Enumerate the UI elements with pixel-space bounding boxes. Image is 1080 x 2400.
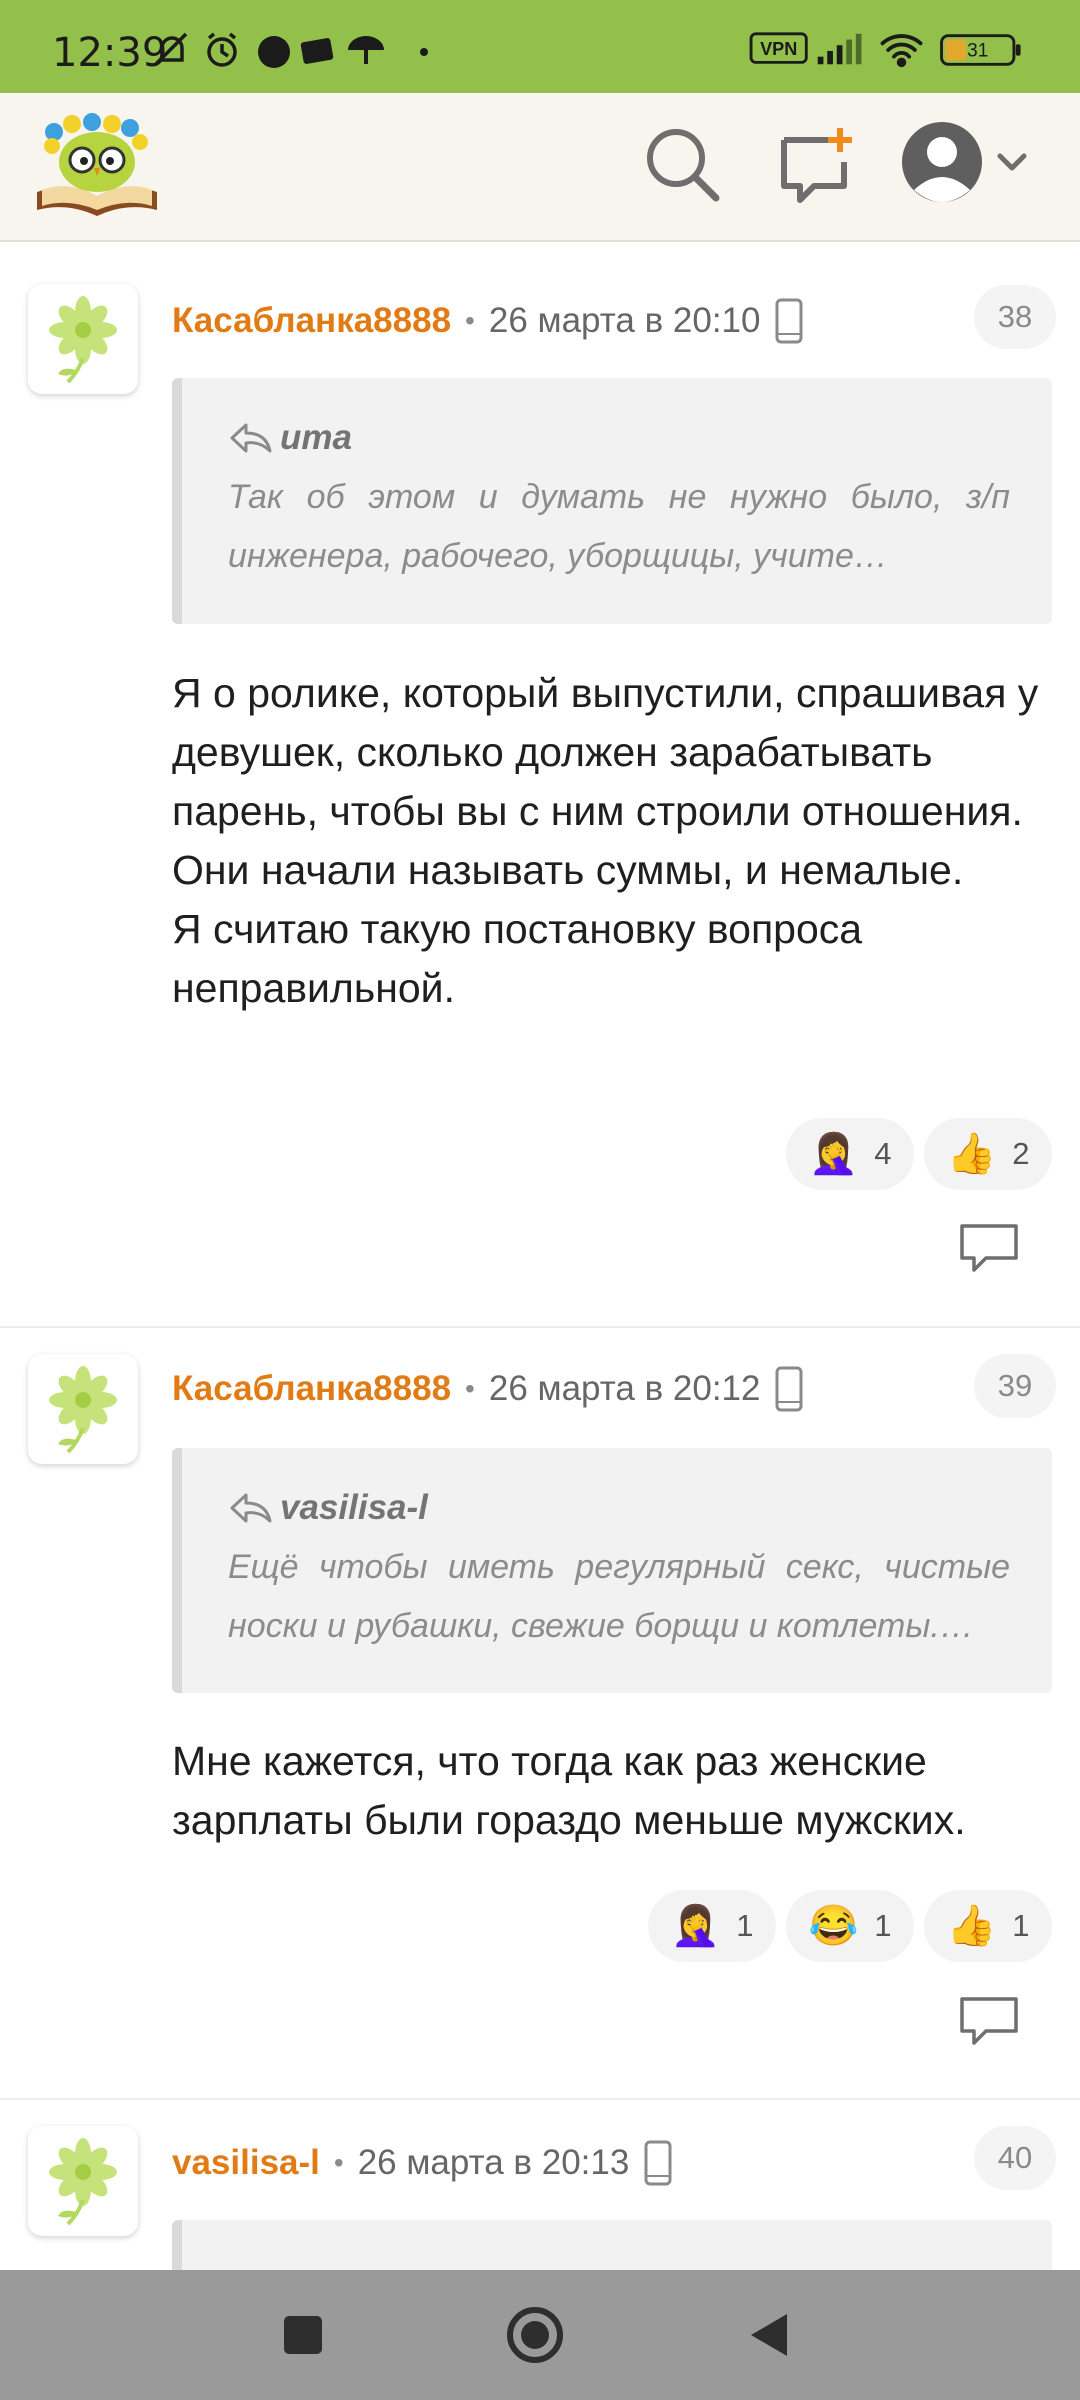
comment-text: Мне кажется, что тогда как раз женские з… <box>172 1738 966 1843</box>
status-icons-right: VPN 31 <box>749 32 1021 68</box>
facepalm-emoji: 🤦‍♀️ <box>670 1904 721 1948</box>
reactions: 🤦‍♀️ 4 👍 2 <box>786 1118 1052 1190</box>
flower-avatar-icon <box>49 1366 117 1454</box>
comment-number[interactable]: 38 <box>974 285 1056 349</box>
comment-date[interactable]: 26 марта в 20:12 <box>489 1369 761 1409</box>
battery-icon: 31 <box>940 34 1021 66</box>
comment-quote[interactable]: vasilisa-l Ещё чтобы иметь регулярный се… <box>172 1448 1052 1693</box>
comment-meta: vasilisa-l • 26 марта в 20:13 <box>172 2138 673 2188</box>
reaction-laughing[interactable]: 😂 1 <box>786 1890 914 1962</box>
reaction-count: 1 <box>736 1908 754 1943</box>
comment-divider <box>0 1326 1080 1328</box>
alarm-icon <box>207 32 237 67</box>
flower-avatar-icon <box>49 296 117 384</box>
comment-date[interactable]: 26 марта в 20:10 <box>489 301 761 341</box>
quote-author-row: vasilisa-l <box>228 1484 1010 1532</box>
profile-menu[interactable] <box>900 120 1040 210</box>
comment-text: Я о ролике, который выпустили, спрашивая… <box>172 670 1039 1011</box>
reaction-thumbs-up[interactable]: 👍 1 <box>924 1890 1052 1962</box>
mobile-icon <box>644 2140 672 2186</box>
comment-date[interactable]: 26 марта в 20:13 <box>358 2143 630 2183</box>
recents-icon[interactable] <box>268 2300 338 2370</box>
reactions: 🤦‍♀️ 1 😂 1 👍 1 <box>648 1890 1052 1962</box>
comment-meta: Касабланка8888 • 26 марта в 20:10 <box>172 296 804 346</box>
book-owl-logo[interactable] <box>32 110 162 220</box>
reaction-thumbs-up[interactable]: 👍 2 <box>924 1118 1052 1190</box>
profile-icon <box>902 122 982 202</box>
mute-icon <box>154 32 188 66</box>
quote-author: uma <box>280 418 352 457</box>
home-icon[interactable] <box>500 2300 570 2370</box>
status-bar: 12:39 VPN 31 <box>0 0 1080 93</box>
laughing-emoji: 😂 <box>808 1904 859 1948</box>
status-time: 12:39 <box>52 30 168 76</box>
comment-author[interactable]: Касабланка8888 <box>172 301 451 341</box>
meta-separator: • <box>465 305 475 336</box>
search-icon[interactable] <box>638 120 728 210</box>
mobile-icon <box>775 298 803 344</box>
avatar[interactable] <box>28 284 138 394</box>
reaction-facepalm[interactable]: 🤦‍♀️ 4 <box>786 1118 914 1190</box>
new-message-icon[interactable] <box>770 120 860 210</box>
flower-avatar-icon <box>49 2138 117 2226</box>
comment-author[interactable]: Касабланка8888 <box>172 1369 451 1409</box>
thumbs-up-emoji: 👍 <box>946 1132 997 1176</box>
photo-icon <box>300 38 334 64</box>
reaction-count: 4 <box>874 1136 892 1171</box>
svg-text:31: 31 <box>967 41 988 62</box>
meta-separator: • <box>465 1373 475 1404</box>
signal-icon <box>817 33 862 65</box>
comment-divider <box>0 2098 1080 2100</box>
comment-quote[interactable]: uma Так об этом и думать не нужно было, … <box>172 378 1052 624</box>
comment-meta: Касабланка8888 • 26 марта в 20:12 <box>172 1364 804 1414</box>
comment-number[interactable]: 40 <box>974 2126 1056 2190</box>
reaction-count: 1 <box>1012 1908 1030 1943</box>
meta-separator: • <box>333 2147 344 2178</box>
chevron-down-icon <box>997 153 1027 171</box>
reply-icon[interactable] <box>958 1222 1020 1274</box>
reaction-count: 1 <box>874 1908 892 1943</box>
comment-number[interactable]: 39 <box>974 1354 1056 1418</box>
quote-author: vasilisa-l <box>280 1488 428 1527</box>
reply-arrow-icon <box>230 1493 272 1523</box>
comment-author[interactable]: vasilisa-l <box>172 2143 320 2183</box>
reply-arrow-icon <box>230 423 272 453</box>
svg-text:VPN: VPN <box>760 39 797 59</box>
umbrella-icon <box>348 36 384 64</box>
system-nav-bar <box>0 2270 1080 2400</box>
avatar[interactable] <box>28 2126 138 2236</box>
circle-icon <box>258 36 290 68</box>
back-icon[interactable] <box>735 2300 805 2370</box>
facepalm-emoji: 🤦‍♀️ <box>808 1132 859 1176</box>
quote-text: Так об этом и думать не нужно было, з/п … <box>228 478 1010 575</box>
mobile-icon <box>775 1366 803 1412</box>
vpn-badge: VPN <box>749 32 808 64</box>
wifi-icon <box>880 34 923 68</box>
reaction-count: 2 <box>1012 1136 1030 1171</box>
dot-icon <box>420 48 428 56</box>
quote-text: Ещё чтобы иметь регулярный секс, чистые … <box>228 1548 1010 1645</box>
thumbs-up-emoji: 👍 <box>946 1904 997 1948</box>
reaction-facepalm[interactable]: 🤦‍♀️ 1 <box>648 1890 776 1962</box>
reply-icon[interactable] <box>958 1995 1020 2047</box>
quote-author-row: uma <box>228 414 1010 462</box>
avatar[interactable] <box>28 1354 138 1464</box>
status-icons-left <box>154 32 428 68</box>
